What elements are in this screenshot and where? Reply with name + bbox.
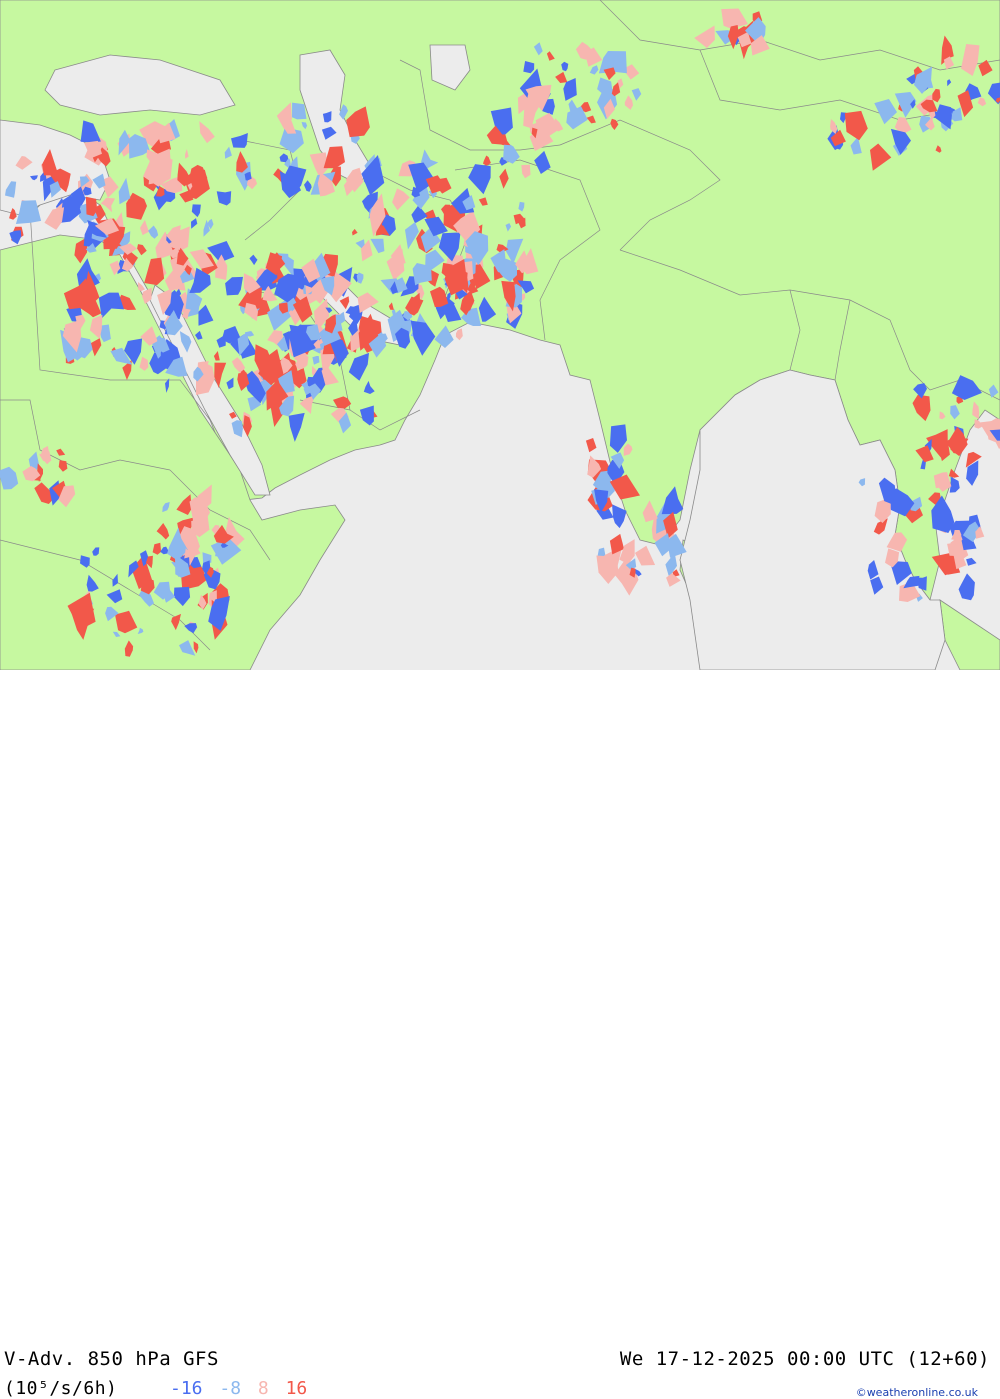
advection-map <box>0 0 1000 671</box>
map-datetime: We 17-12-2025 00:00 UTC (12+60) <box>619 1348 990 1370</box>
legend-item-pos8: 8 <box>257 1378 269 1399</box>
credit-link[interactable]: ©weatheronline.co.uk <box>856 1386 978 1399</box>
map-title: V-Adv. 850 hPa GFS <box>4 1348 219 1370</box>
map-svg <box>0 0 1000 671</box>
map-footer: V-Adv. 850 hPa GFS We 17-12-2025 00:00 U… <box>0 670 1000 1399</box>
advection-patch <box>292 102 307 120</box>
units-label: (10⁵/s/6h) <box>4 1378 118 1399</box>
legend-item-neg8: -8 <box>219 1378 242 1399</box>
legend-item-pos16: 16 <box>285 1378 308 1399</box>
color-legend: -16 -8 8 16 <box>170 1378 313 1399</box>
legend-item-neg16: -16 <box>170 1378 203 1399</box>
